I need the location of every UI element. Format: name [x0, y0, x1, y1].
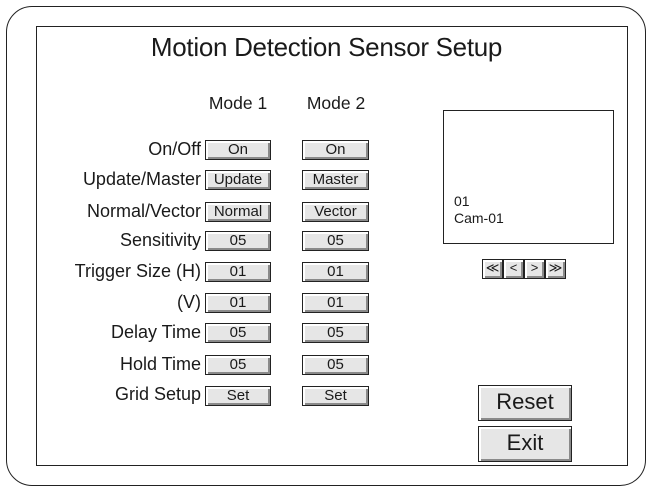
hold-time-label: Hold Time [119, 354, 201, 374]
mode1-trigger-size-h-field[interactable]: 01 [205, 262, 271, 282]
camera-preview: 01 Cam-01 [443, 110, 614, 244]
mode2-grid-setup-button[interactable]: Set [302, 386, 369, 406]
mode1-on-off-field[interactable]: On [205, 140, 271, 160]
mode2-hold-time-field[interactable]: 05 [302, 355, 369, 375]
mode1-trigger-size-v-field[interactable]: 01 [205, 293, 271, 313]
update-master-label: Update/Master [82, 169, 201, 189]
left-arrow-icon[interactable]: < [503, 259, 524, 279]
sensitivity-label: Sensitivity [119, 230, 201, 250]
right-arrow-icon[interactable]: > [524, 259, 545, 279]
mode2-delay-time-field[interactable]: 05 [302, 323, 369, 343]
camera-name: Cam-01 [454, 210, 504, 226]
reset-button[interactable]: Reset [478, 385, 572, 421]
camera-channel-number: 01 [454, 193, 470, 209]
page-title: Motion Detection Sensor Setup [150, 32, 503, 62]
on-off-label: On/Off [148, 139, 201, 159]
mode2-update-master-field[interactable]: Master [302, 170, 369, 190]
mode1-column-header: Mode 1 [208, 93, 268, 113]
grid-setup-label: Grid Setup [114, 384, 201, 404]
exit-button[interactable]: Exit [478, 426, 572, 462]
mode2-on-off-field[interactable]: On [302, 140, 369, 160]
mode2-column-header: Mode 2 [306, 93, 366, 113]
mode2-trigger-size-h-field[interactable]: 01 [302, 262, 369, 282]
trigger-size-v-label: (V) [177, 292, 201, 312]
double-left-arrow-icon[interactable]: ≪ [482, 259, 503, 279]
mode2-trigger-size-v-field[interactable]: 01 [302, 293, 369, 313]
delay-time-label: Delay Time [110, 322, 201, 342]
mode1-normal-vector-field[interactable]: Normal [205, 202, 271, 222]
mode2-sensitivity-field[interactable]: 05 [302, 231, 369, 251]
mode1-sensitivity-field[interactable]: 05 [205, 231, 271, 251]
trigger-size-h-label: Trigger Size (H) [74, 261, 201, 281]
normal-vector-label: Normal/Vector [86, 201, 201, 221]
mode1-update-master-field[interactable]: Update [205, 170, 271, 190]
mode1-hold-time-field[interactable]: 05 [205, 355, 271, 375]
mode1-delay-time-field[interactable]: 05 [205, 323, 271, 343]
double-right-arrow-icon[interactable]: ≫ [545, 259, 566, 279]
mode2-normal-vector-field[interactable]: Vector [302, 202, 369, 222]
mode1-grid-setup-button[interactable]: Set [205, 386, 271, 406]
